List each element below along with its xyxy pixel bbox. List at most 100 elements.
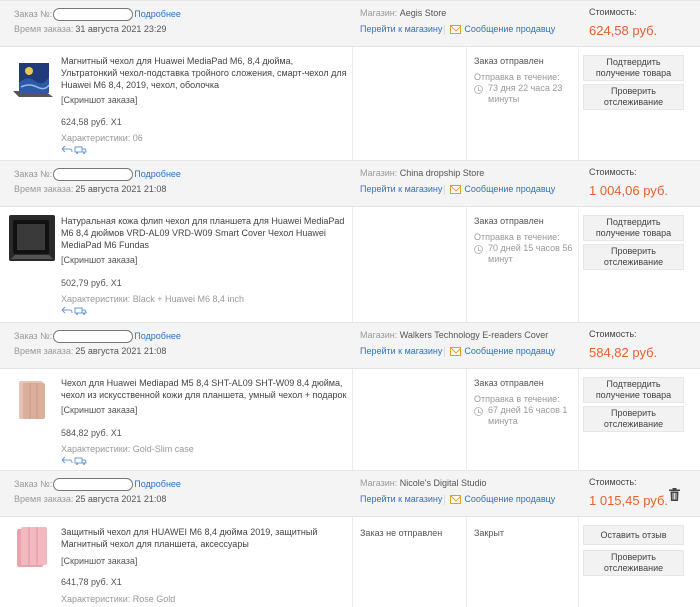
confirm-receipt-button[interactable]: Подтвердить получение товара — [583, 55, 684, 81]
snapshot-link[interactable]: [Скриншот заказа] — [61, 556, 137, 566]
shop-name: Nicole's Digital Studio — [399, 478, 487, 488]
product-title[interactable]: Натуральная кожа флип чехол для планшета… — [61, 215, 351, 251]
shop-line: Магазин: China dropship Store — [360, 168, 484, 178]
column-divider — [578, 207, 579, 323]
product-price: 502,79 руб. X1 — [61, 278, 122, 288]
reply-icon — [61, 456, 73, 464]
reply-icon — [61, 145, 73, 153]
order-date: 31 августа 2021 23:29 — [75, 24, 167, 34]
shop-line: Магазин: Nicole's Digital Studio — [360, 478, 487, 488]
confirm-receipt-button[interactable]: Подтвердить получение товара — [583, 377, 684, 403]
go-to-shop-link[interactable]: Перейти к магазину — [360, 346, 442, 356]
snapshot-link[interactable]: [Скриншот заказа] — [61, 405, 137, 415]
cost-value: 624,58 руб. — [589, 23, 658, 38]
divider — [444, 346, 446, 357]
order-number-label: Заказ №: — [14, 478, 53, 489]
check-tracking-button[interactable]: Проверить отслеживание — [583, 244, 684, 270]
order-status: Заказ отправлен — [474, 56, 544, 66]
leave-review-button[interactable]: Оставить отзыв — [583, 525, 684, 545]
message-seller-link[interactable]: Сообщение продавцу — [464, 346, 555, 356]
message-seller-link[interactable]: Сообщение продавцу — [464, 494, 555, 504]
go-to-shop-link[interactable]: Перейти к магазину — [360, 24, 442, 34]
delivery-label: Отправка в течение: — [474, 72, 560, 82]
column-divider — [352, 47, 353, 161]
message-seller-link[interactable]: Сообщение продавцу — [464, 184, 555, 194]
delivery-label: Отправка в течение: — [474, 232, 560, 242]
shop-actions: Перейти к магазину Сообщение продавцу — [360, 184, 555, 195]
delivery-label: Отправка в течение: — [474, 394, 560, 404]
column-divider — [466, 517, 467, 607]
product-title[interactable]: Чехол для Huawei Mediapad M5 8,4 SHT-AL0… — [61, 377, 351, 401]
order-header: Заказ №: Подробнее Время заказа: 25 август… — [0, 471, 700, 517]
mail-icon[interactable] — [450, 25, 462, 35]
column-divider — [352, 369, 353, 471]
redacted-order-number — [53, 478, 134, 491]
order-closed-status: Закрыт — [474, 528, 504, 538]
go-to-shop-link[interactable]: Перейти к магазину — [360, 184, 442, 194]
delivery-countdown: Отправка в течение: 73 дня 22 часа 23 ми… — [474, 72, 582, 105]
order-number-label: Заказ №: — [14, 330, 53, 341]
shop-name: Aegis Store — [399, 8, 447, 18]
reply-truck-icons[interactable] — [61, 145, 87, 154]
go-to-shop-link[interactable]: Перейти к магазину — [360, 494, 442, 504]
reply-truck-icons[interactable] — [61, 456, 87, 465]
check-tracking-button[interactable]: Проверить отслеживание — [583, 406, 684, 432]
shop-label: Магазин: — [360, 330, 398, 340]
truck-icon — [74, 307, 83, 314]
reply-truck-icons[interactable] — [61, 306, 87, 315]
delivery-countdown: Отправка в течение: 67 дней 16 часов 1 м… — [474, 394, 582, 427]
cost-label: Стоимость: — [589, 167, 637, 177]
message-seller-link[interactable]: Сообщение продавцу — [464, 24, 555, 34]
characteristics: Характеристики: 06 — [61, 133, 143, 143]
shop-label: Магазин: — [360, 478, 398, 488]
product-price: 624,58 руб. X1 — [61, 117, 122, 127]
product-title[interactable]: Защитный чехол для HUAWEI M6 8,4 дюйма 2… — [61, 526, 351, 550]
characteristics-value: Black + Huawei M6 8,4 inch — [132, 294, 245, 304]
characteristics-label: Характеристики: — [61, 294, 131, 304]
product-image[interactable] — [9, 57, 55, 103]
details-link[interactable]: Подробнее — [134, 9, 181, 19]
trash-icon[interactable] — [669, 488, 680, 501]
product-image[interactable] — [9, 377, 55, 423]
product-price: 641,78 руб. X1 — [61, 577, 122, 587]
order-number-label: Заказ №: — [14, 168, 53, 179]
product-image[interactable] — [9, 523, 55, 569]
snapshot-link[interactable]: [Скриншот заказа] — [61, 95, 137, 105]
order-number-line: Заказ №: Подробнее — [14, 330, 181, 343]
clock-icon — [474, 407, 483, 416]
characteristics-value: Rose Gold — [132, 594, 176, 604]
shop-name: Walkers Technology E-readers Cover — [399, 330, 549, 340]
characteristics-label: Характеристики: — [61, 133, 131, 143]
characteristics: Характеристики: Black + Huawei M6 8,4 in… — [61, 294, 244, 304]
shop-line: Магазин: Walkers Technology E-readers Co… — [360, 330, 548, 340]
order-time-line: Время заказа: 31 августа 2021 23:29 — [14, 24, 166, 34]
mail-icon[interactable] — [450, 185, 462, 195]
snapshot-link[interactable]: [Скриншот заказа] — [61, 255, 137, 265]
mail-icon[interactable] — [450, 347, 462, 357]
details-link[interactable]: Подробнее — [134, 479, 181, 489]
product-title[interactable]: Магнитный чехол для Huawei MediaPad M6, … — [61, 55, 351, 91]
order-date: 25 августа 2021 21:08 — [75, 346, 167, 356]
product-image[interactable] — [9, 215, 55, 261]
cost-value: 1 015,45 руб. — [589, 493, 669, 508]
order-time-line: Время заказа: 25 августа 2021 21:08 — [14, 184, 166, 194]
cost-value: 1 004,06 руб. — [589, 183, 669, 198]
column-divider — [466, 207, 467, 323]
order-date: 25 августа 2021 21:08 — [75, 184, 167, 194]
order-status: Заказ отправлен — [474, 378, 544, 388]
order-time-line: Время заказа: 25 августа 2021 21:08 — [14, 346, 166, 356]
shop-actions: Перейти к магазину Сообщение продавцу — [360, 494, 555, 505]
details-link[interactable]: Подробнее — [134, 331, 181, 341]
details-link[interactable]: Подробнее — [134, 169, 181, 179]
truck-icon — [74, 457, 83, 464]
order-4: Заказ №: Подробнее Время заказа: 25 август… — [0, 470, 700, 607]
check-tracking-button[interactable]: Проверить отслеживание — [583, 84, 684, 110]
mail-icon[interactable] — [450, 495, 462, 505]
cost-value: 584,82 руб. — [589, 345, 658, 360]
redacted-order-number — [53, 8, 134, 21]
check-tracking-button[interactable]: Проверить отслеживание — [583, 550, 684, 576]
order-number-line: Заказ №: Подробнее — [14, 478, 181, 491]
confirm-receipt-button[interactable]: Подтвердить получение товара — [583, 215, 684, 241]
delivery-time: 67 дней 16 часов 1 минута — [488, 405, 568, 426]
redacted-order-number — [53, 168, 134, 181]
